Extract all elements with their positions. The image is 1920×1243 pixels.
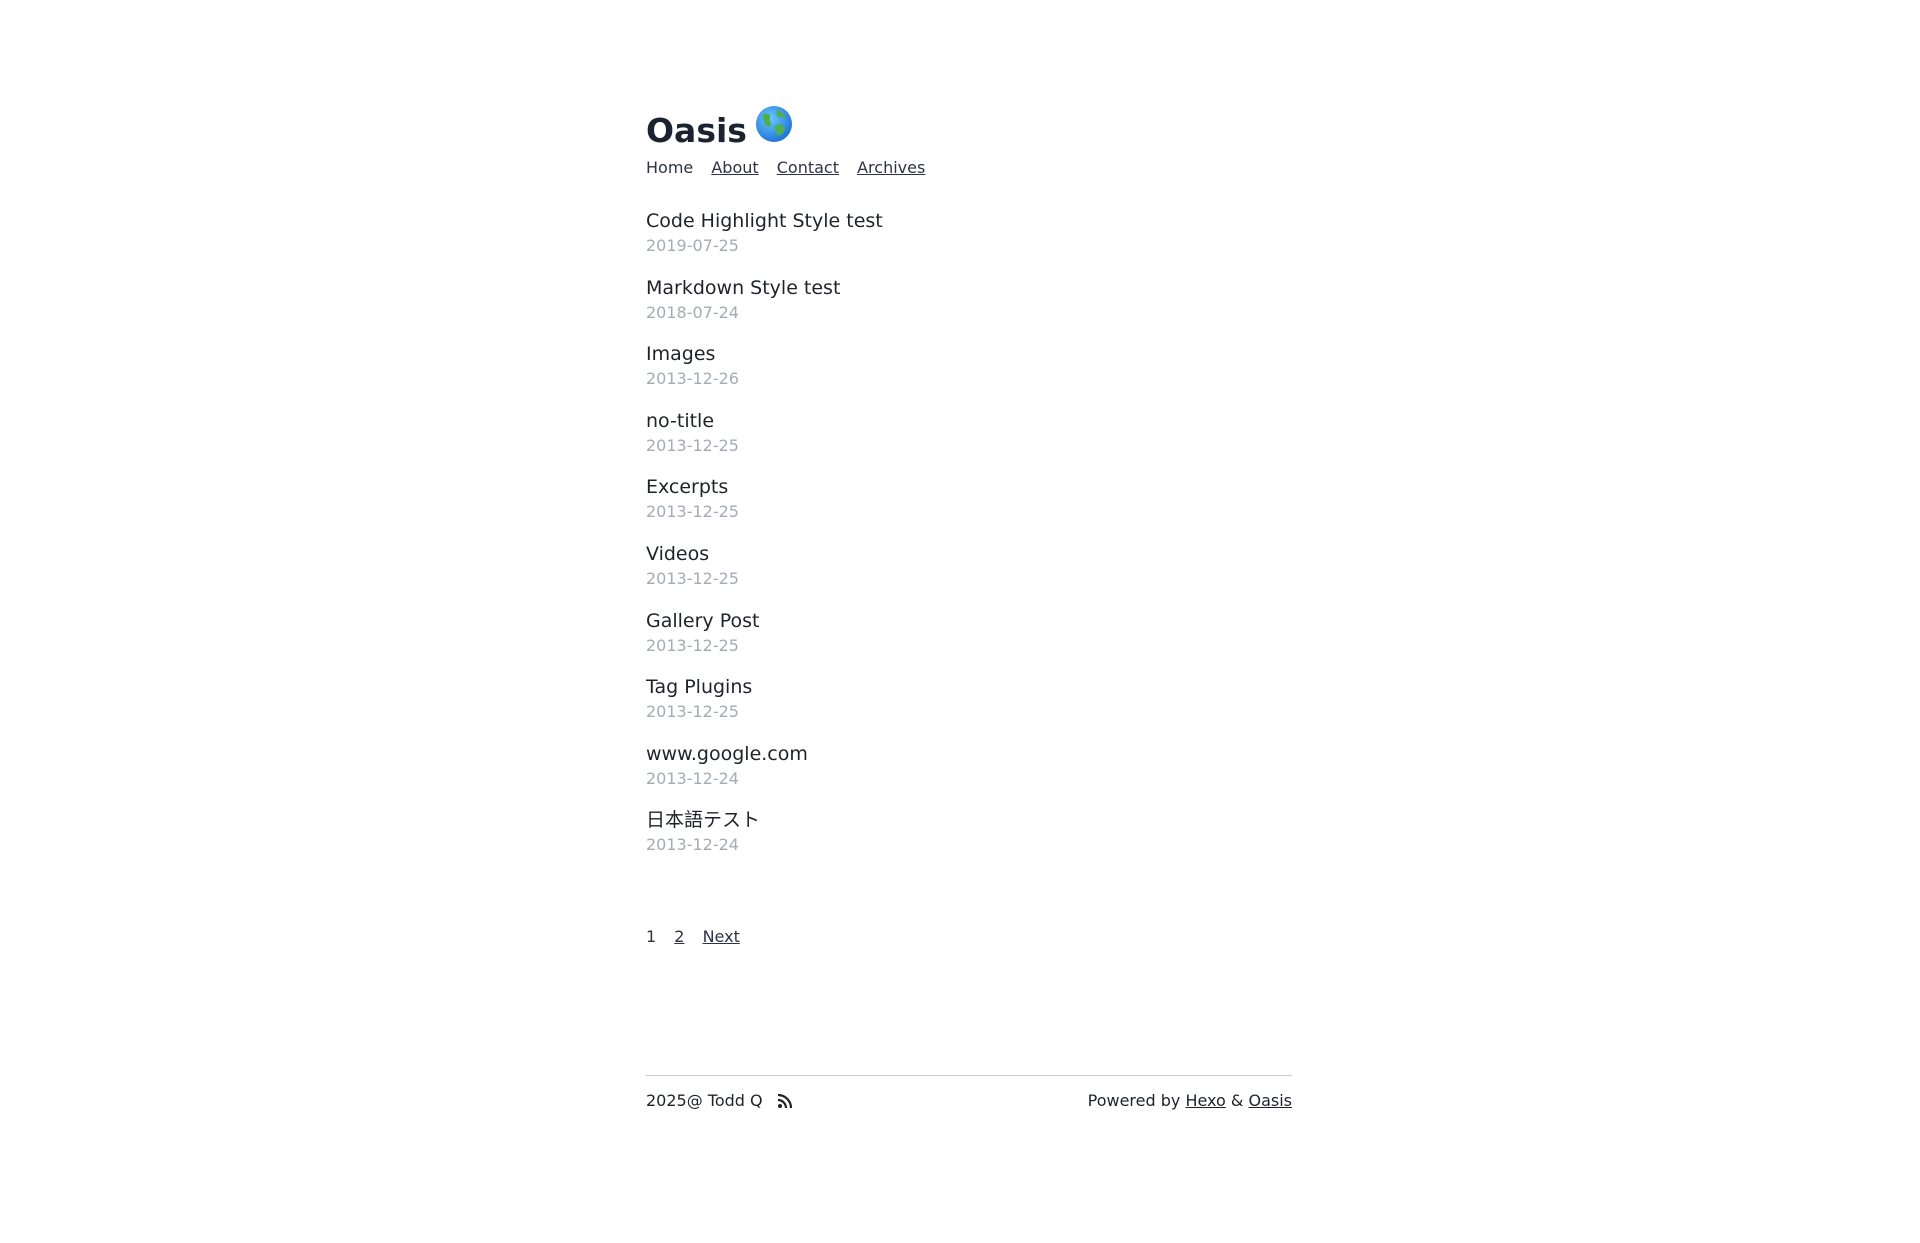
post-date: 2018-07-24 [646, 302, 739, 322]
post-title[interactable]: Images [646, 341, 1292, 367]
post-list: Code Highlight Style test 2019-07-25 Mar… [646, 208, 1292, 874]
page-2-link[interactable]: 2 [674, 927, 684, 946]
page-current: 1 [646, 927, 657, 946]
main-nav: Home About Contact Archives [646, 157, 938, 179]
hexo-link[interactable]: Hexo [1185, 1091, 1225, 1110]
post-title[interactable]: Excerpts [646, 474, 1292, 500]
list-item: Tag Plugins 2013-12-25 [646, 674, 1292, 741]
post-title[interactable]: Markdown Style test [646, 275, 1292, 301]
list-item: Images 2013-12-26 [646, 341, 1292, 408]
post-date: 2019-07-25 [646, 236, 739, 255]
copyright: 2025@ Todd Q [646, 1091, 763, 1110]
post-date: 2013-12-26 [646, 369, 739, 389]
list-item: Videos 2013-12-25 [646, 541, 1292, 608]
post-title[interactable]: 日本語テスト [646, 807, 1292, 833]
site-title-text[interactable]: Oasis [646, 111, 747, 150]
post-title[interactable]: Gallery Post [646, 608, 1292, 634]
oasis-link[interactable]: Oasis [1248, 1091, 1292, 1110]
post-date: 2013-12-24 [646, 768, 739, 788]
nav-contact[interactable]: Contact [777, 158, 839, 177]
next-page-link[interactable]: Next [703, 927, 740, 946]
list-item: Code Highlight Style test 2019-07-25 [646, 208, 1292, 275]
post-title[interactable]: Videos [646, 541, 1292, 567]
post-date: 2013-12-24 [646, 835, 739, 855]
post-date: 2013-12-25 [646, 435, 739, 455]
list-item: www.google.com 2013-12-24 [646, 741, 1292, 808]
nav-archives[interactable]: Archives [857, 158, 925, 177]
nav-home[interactable]: Home [646, 158, 693, 177]
post-title[interactable]: Tag Plugins [646, 674, 1292, 700]
list-item: Excerpts 2013-12-25 [646, 474, 1292, 541]
list-item: no-title 2013-12-25 [646, 408, 1292, 475]
nav-about[interactable]: About [711, 158, 758, 177]
post-title[interactable]: www.google.com [646, 741, 1292, 767]
globe-icon [755, 105, 793, 154]
footer-right: Powered by Hexo & Oasis [1088, 1090, 1292, 1112]
pagination: 1 2 Next [646, 926, 753, 948]
site-title: Oasis [646, 105, 793, 157]
footer-left: 2025@ Todd Q [646, 1090, 793, 1112]
list-item: Gallery Post 2013-12-25 [646, 608, 1292, 675]
rss-icon[interactable] [777, 1093, 793, 1109]
list-item: Markdown Style test 2018-07-24 [646, 275, 1292, 342]
post-date: 2013-12-25 [646, 635, 739, 655]
footer: 2025@ Todd Q Powered by Hexo & Oasis [646, 1075, 1292, 1112]
list-item: 日本語テスト 2013-12-24 [646, 807, 1292, 874]
ampersand: & [1230, 1091, 1244, 1110]
post-date: 2013-12-25 [646, 502, 739, 522]
post-date: 2013-12-25 [646, 568, 739, 588]
powered-by-text: Powered by [1087, 1091, 1181, 1110]
post-date: 2013-12-25 [646, 702, 739, 722]
post-title[interactable]: Code Highlight Style test [646, 208, 1292, 234]
post-title[interactable]: no-title [646, 408, 1292, 434]
